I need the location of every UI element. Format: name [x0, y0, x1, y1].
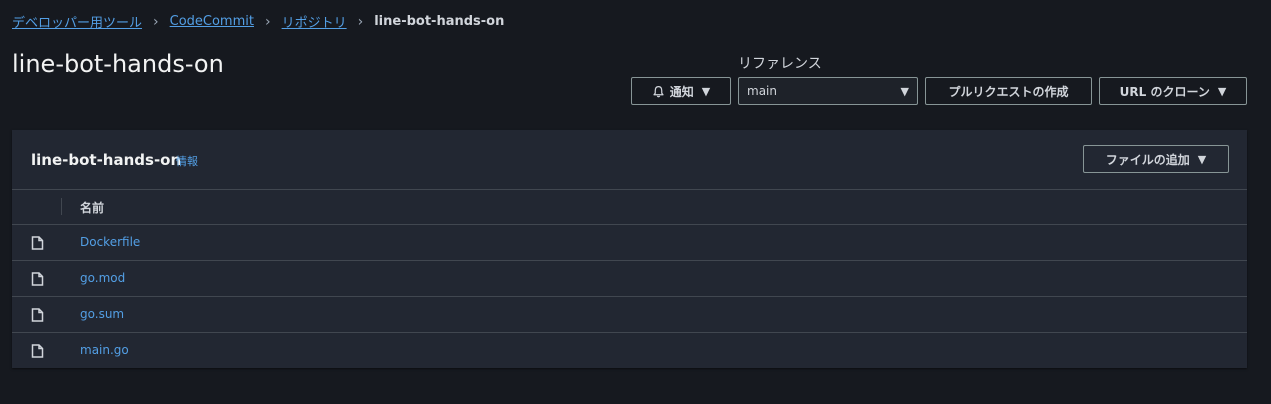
- table-header: 名前: [12, 189, 1247, 225]
- reference-label: リファレンス: [738, 56, 822, 72]
- breadcrumb-codecommit[interactable]: CodeCommit: [170, 14, 254, 29]
- file-icon: [31, 308, 44, 322]
- branch-value: main: [747, 84, 777, 98]
- file-icon: [31, 272, 44, 286]
- chevron-right-icon: ›: [357, 13, 364, 30]
- column-header-name[interactable]: 名前: [80, 199, 104, 216]
- chevron-right-icon: ›: [153, 13, 159, 30]
- table-row: Dockerfile: [12, 225, 1247, 261]
- branch-select[interactable]: main ▼: [738, 77, 918, 105]
- breadcrumb-developer-tools[interactable]: デベロッパー用ツール: [12, 12, 142, 31]
- file-link[interactable]: go.sum: [80, 307, 124, 321]
- notify-label: 通知: [669, 84, 694, 99]
- bell-icon: [653, 85, 664, 97]
- notify-button[interactable]: 通知 ▼: [631, 77, 731, 105]
- caret-down-icon: ▼: [900, 84, 909, 98]
- table-row: go.sum: [12, 297, 1247, 333]
- file-icon: [31, 344, 44, 358]
- caret-down-icon: ▼: [1197, 152, 1207, 166]
- info-link[interactable]: 情報: [176, 153, 198, 169]
- chevron-right-icon: ›: [264, 13, 271, 30]
- breadcrumb-repositories[interactable]: リポジトリ: [282, 12, 347, 31]
- repository-panel: line-bot-hands-on 情報 ファイルの追加 ▼ 名前 Docker…: [12, 130, 1247, 368]
- table-row: main.go: [12, 333, 1247, 368]
- panel-title: line-bot-hands-on: [31, 151, 182, 169]
- file-link[interactable]: main.go: [80, 343, 129, 357]
- caret-down-icon: ▼: [701, 84, 711, 98]
- add-file-button[interactable]: ファイルの追加 ▼: [1083, 145, 1229, 173]
- create-pull-request-button[interactable]: プルリクエストの作成: [925, 77, 1092, 105]
- breadcrumb-current: line-bot-hands-on: [374, 14, 505, 29]
- panel-header: line-bot-hands-on 情報 ファイルの追加 ▼: [12, 130, 1247, 190]
- file-link[interactable]: Dockerfile: [80, 235, 140, 249]
- page-title: line-bot-hands-on: [12, 50, 224, 78]
- column-divider: [61, 198, 62, 215]
- file-icon: [31, 236, 44, 250]
- file-link[interactable]: go.mod: [80, 271, 125, 285]
- clone-label: URL のクローン: [1119, 84, 1210, 99]
- add-file-label: ファイルの追加: [1105, 152, 1190, 167]
- breadcrumb: デベロッパー用ツール › CodeCommit › リポジトリ › line-b…: [12, 12, 505, 32]
- table-row: go.mod: [12, 261, 1247, 297]
- clone-url-button[interactable]: URL のクローン ▼: [1099, 77, 1247, 105]
- caret-down-icon: ▼: [1217, 84, 1227, 98]
